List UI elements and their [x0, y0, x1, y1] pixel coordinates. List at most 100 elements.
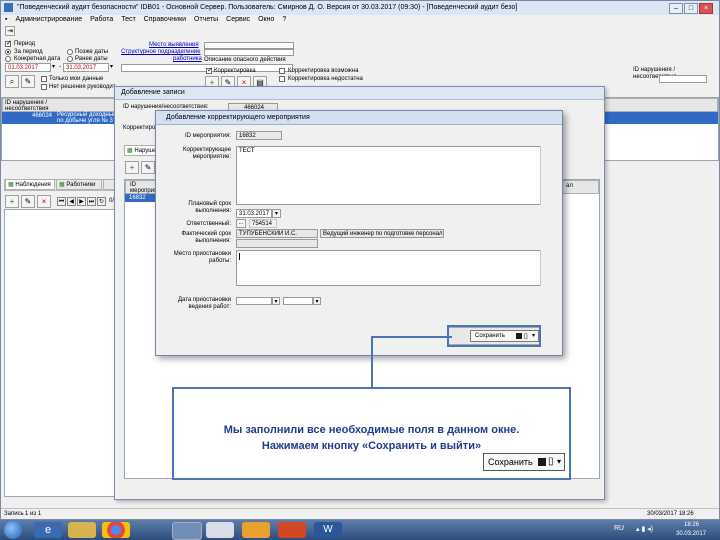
date-from-input[interactable]: 01.03.2017 — [5, 63, 51, 72]
suspension-place-label: Место приостановки работы: — [173, 251, 231, 264]
later-dates-radio[interactable] — [67, 49, 73, 55]
date-to-dropdown-icon[interactable]: ▾ — [110, 63, 113, 70]
callout-save-button-label: Сохранить — [488, 457, 533, 467]
row-id: 466024 — [32, 113, 53, 119]
close-button[interactable]: × — [699, 3, 713, 14]
menu-item-service[interactable]: Сервис — [226, 16, 250, 23]
powerpoint-icon[interactable] — [278, 522, 306, 538]
callout-dropdown-icon: ▾ — [557, 457, 562, 466]
detection-place-input[interactable] — [204, 42, 294, 49]
suspension-date-input[interactable] — [236, 297, 272, 305]
maximize-button[interactable]: □ — [684, 3, 698, 14]
taskbar: e W RU ▴ ▮ ◂) 18:26 30.03.2017 — [0, 520, 720, 540]
menu-item-test[interactable]: Тест — [121, 16, 135, 23]
corrective-measure-field[interactable]: ТЕСТ — [236, 146, 547, 205]
period-label: Период — [14, 41, 36, 47]
app-taskbar-icon[interactable] — [172, 522, 202, 540]
suspension-place-scrollbar[interactable] — [540, 250, 547, 286]
record-label: Запись — [4, 511, 24, 517]
suspension-time-input[interactable] — [283, 297, 313, 305]
responsible-label: Ответственный: — [186, 221, 231, 227]
corrective-measure-scrollbar[interactable] — [540, 146, 547, 205]
earlier-dates-label: Ранее даты — [75, 56, 108, 62]
obs-add-icon[interactable]: + — [5, 195, 19, 208]
violations-icon: ▦ — [127, 148, 133, 154]
outlook-icon[interactable] — [242, 522, 270, 538]
measures-grid-header-right: ал — [566, 183, 573, 189]
responsible-name-field: ТУПУБЕНСКИЙ И.С. — [236, 229, 318, 238]
violation-id-input-right[interactable] — [659, 75, 707, 83]
pager-last-button[interactable]: ⏭ — [87, 197, 96, 206]
chrome-icon[interactable] — [102, 522, 130, 538]
date-to-input[interactable]: 31.03.2017 — [63, 63, 109, 72]
menu-item-work[interactable]: Работа — [90, 16, 113, 23]
date-from-value: 01.03.2017 — [8, 65, 39, 71]
menu-item-references[interactable]: Справочники — [144, 16, 186, 23]
planned-date-value: 31.03.2017 — [239, 211, 270, 217]
menu-item-reports[interactable]: Отчеты — [194, 16, 218, 23]
pager-prev-button[interactable]: ◀ — [67, 197, 76, 206]
dlg1-add-icon[interactable]: + — [125, 161, 139, 174]
tray-icons[interactable]: ▴ ▮ ◂) — [636, 525, 653, 533]
pager-next-button[interactable]: ▶ — [77, 197, 86, 206]
tab-observations[interactable]: ▦ Наблюдения — [5, 179, 55, 190]
minimize-button[interactable]: – — [669, 3, 683, 14]
responsible-position-field: Ведущий инженер по подготовке персонал — [320, 229, 444, 238]
tab-workers[interactable]: ▦ Работники — [56, 179, 102, 190]
app-icon — [4, 3, 13, 12]
no-decision-label: Нет решения руководит — [49, 84, 116, 90]
menu-item-help[interactable]: ? — [282, 16, 286, 23]
obs-edit-icon[interactable]: ✎ — [21, 195, 35, 208]
menu-item-window[interactable]: Окно — [258, 16, 274, 23]
specific-date-radio[interactable] — [5, 56, 11, 62]
suspension-date-dropdown-icon[interactable]: ▾ — [272, 297, 280, 305]
correction-checkbox[interactable]: ✓ — [206, 67, 213, 74]
binoculars-icon[interactable]: ⌕ — [5, 75, 19, 88]
period-radio[interactable] — [5, 49, 11, 55]
correction-insufficient-checkbox[interactable] — [279, 76, 285, 82]
clock-time[interactable]: 18:26 — [684, 522, 699, 528]
window-taskbar-icon[interactable] — [206, 522, 234, 538]
start-button[interactable] — [4, 521, 22, 539]
table-row[interactable]: 16832 — [125, 194, 155, 202]
clock-date[interactable]: 30.03.2017 — [676, 531, 706, 537]
planned-date-input[interactable]: 31.03.2017 — [236, 209, 272, 218]
corrective-measure-value: ТЕСТ — [239, 148, 255, 154]
exit-icon[interactable]: ⇥ — [5, 26, 15, 36]
callout-save-icon — [538, 458, 546, 466]
row-text: Ресурсный доходный по добыче угля № 3 — [57, 112, 117, 124]
callout-exit-icon: ▯ — [548, 456, 554, 467]
add-record-dialog-title: Добавление записи — [121, 89, 185, 96]
correction-possible-checkbox[interactable] — [279, 68, 285, 74]
eraser-icon[interactable]: ✎ — [21, 75, 35, 88]
ie-icon[interactable]: e — [34, 522, 62, 538]
structural-unit-link[interactable]: Структурное подразделение — [121, 49, 200, 56]
language-indicator[interactable]: RU — [614, 525, 624, 532]
menu-bar: ▪ Администрирование Работа Тест Справочн… — [1, 15, 719, 25]
responsible-picker-button[interactable]: ... — [236, 219, 246, 228]
earlier-dates-radio[interactable] — [67, 56, 73, 62]
structural-unit-input[interactable] — [204, 49, 294, 56]
date-from-dropdown-icon[interactable]: ▾ — [52, 63, 55, 70]
word-icon[interactable]: W — [314, 522, 342, 538]
worker-link[interactable]: работника — [173, 56, 202, 63]
suspension-place-field[interactable] — [236, 250, 547, 286]
measures-grid-row-id: 16832 — [129, 195, 146, 201]
correction-label: Корректировка — [214, 68, 256, 74]
planned-date-dropdown-icon[interactable]: ▾ — [272, 209, 281, 218]
period-checkbox[interactable]: ✓ — [5, 40, 12, 47]
dangerous-action-label: Описание опасного действия — [204, 57, 286, 63]
only-my-data-checkbox[interactable] — [41, 76, 47, 82]
obs-delete-icon[interactable]: × — [37, 195, 51, 208]
menu-item-admin[interactable]: Администрирование — [15, 16, 82, 23]
status-datetime: 30/03/2017 18:26 — [647, 511, 694, 517]
no-decision-checkbox[interactable] — [41, 84, 47, 90]
pager-refresh-button[interactable]: ↻ — [97, 197, 106, 206]
detection-place-link[interactable]: Место выявления — [149, 42, 199, 49]
corrective-measure-dialog-title: Добавление корректирующего мероприятия — [166, 114, 310, 121]
suspension-date-label: Дата приостановки ведения работ: — [177, 297, 231, 310]
pager-first-button[interactable]: ⏮ — [57, 197, 66, 206]
explorer-icon[interactable] — [68, 522, 96, 538]
dlg1-edit-icon[interactable]: ✎ — [141, 161, 155, 174]
suspension-time-dropdown-icon[interactable]: ▾ — [313, 297, 321, 305]
